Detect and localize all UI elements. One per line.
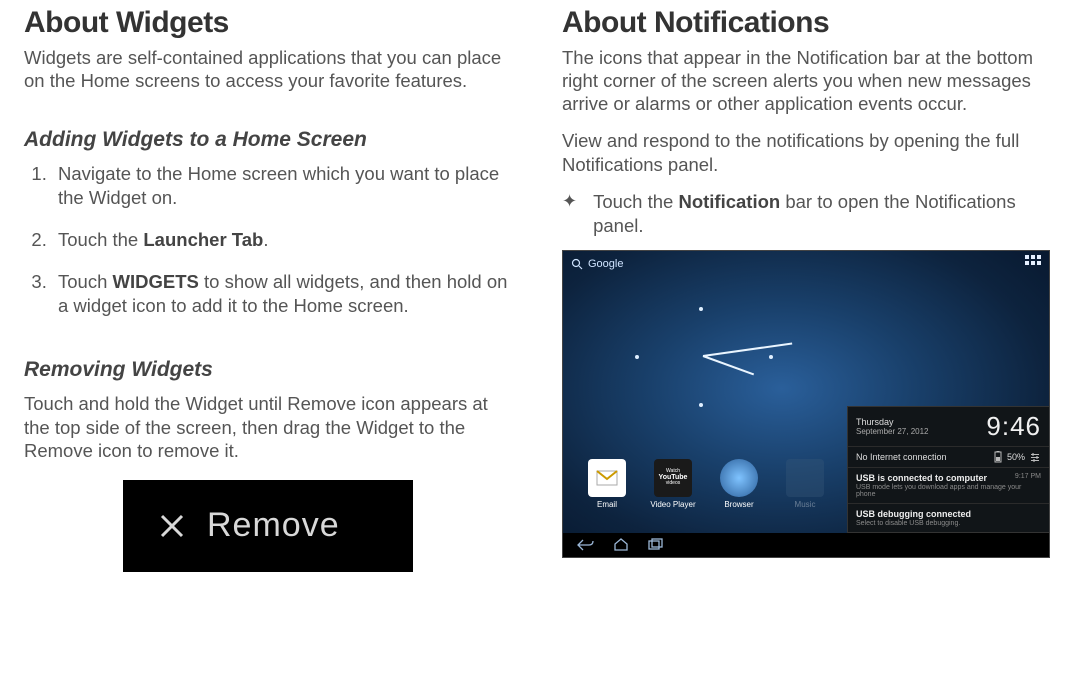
battery-percent: 50%: [1007, 452, 1025, 462]
step-2: Touch the Launcher Tab.: [52, 228, 512, 252]
remove-bar-screenshot: Remove: [123, 480, 413, 572]
search-icon: [571, 258, 583, 270]
notifications-p1: The icons that appear in the Notificatio…: [562, 46, 1050, 115]
adding-widgets-heading: Adding Widgets to a Home Screen: [24, 128, 512, 152]
left-column: About Widgets Widgets are self-contained…: [24, 6, 512, 674]
step-1: Navigate to the Home screen which you wa…: [52, 162, 512, 210]
analog-clock-widget[interactable]: [563, 285, 849, 435]
right-column: About Notifications The icons that appea…: [562, 6, 1050, 674]
remove-bar-label: Remove: [207, 506, 340, 545]
app-music[interactable]: Music: [781, 459, 829, 529]
about-widgets-heading: About Widgets: [24, 6, 512, 40]
battery-icon: [993, 451, 1003, 463]
notification-usb-debugging[interactable]: USB debugging connected Select to disabl…: [848, 504, 1049, 532]
app-browser[interactable]: Browser: [715, 459, 763, 529]
search-label: Google: [588, 258, 623, 270]
notification-bullet: ✦ Touch the Notification bar to open the…: [562, 190, 1050, 238]
star-icon: ✦: [562, 190, 577, 238]
notification-header: Thursday September 27, 2012 9:46: [848, 407, 1049, 447]
shade-time: 9:46: [986, 411, 1041, 442]
back-button[interactable]: [577, 538, 595, 552]
app-drawer-button[interactable]: [1025, 255, 1043, 273]
about-notifications-heading: About Notifications: [562, 6, 1050, 40]
remove-x-icon: [157, 511, 187, 541]
system-nav-bar: [563, 533, 1049, 557]
recent-apps-button[interactable]: [647, 538, 663, 552]
removing-widgets-body: Touch and hold the Widget until Remove i…: [24, 392, 512, 461]
shade-day-of-week: Thursday: [856, 417, 929, 427]
shade-date: September 27, 2012: [856, 427, 929, 436]
search-bar[interactable]: Google: [563, 251, 623, 277]
no-internet-label: No Internet connection: [856, 452, 947, 462]
home-button[interactable]: [613, 538, 629, 552]
step-3: Touch WIDGETS to show all widgets, and t…: [52, 270, 512, 318]
notification-panel[interactable]: Thursday September 27, 2012 9:46 No Inte…: [847, 406, 1049, 533]
notifications-p2: View and respond to the notifications by…: [562, 129, 1050, 175]
removing-widgets-heading: Removing Widgets: [24, 358, 512, 382]
widgets-intro: Widgets are self-contained applications …: [24, 46, 512, 92]
app-email[interactable]: Email: [583, 459, 631, 529]
notification-usb-connected[interactable]: USB is connected to computer9:17 PM USB …: [848, 468, 1049, 504]
app-video-player[interactable]: Watch YouTube videos Video Player: [649, 459, 697, 529]
settings-icon[interactable]: [1029, 451, 1041, 463]
tablet-screenshot: Google Email Watch YouTube: [562, 250, 1050, 558]
connectivity-row[interactable]: No Internet connection 50%: [848, 447, 1049, 468]
adding-widgets-steps: Navigate to the Home screen which you wa…: [24, 162, 512, 336]
